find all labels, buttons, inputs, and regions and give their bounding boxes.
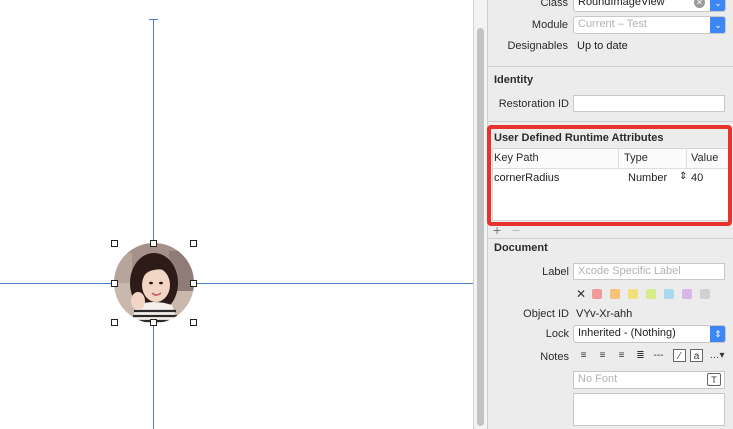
clear-class-icon[interactable]: ✕ [694,0,705,8]
round-image-view[interactable] [114,243,194,323]
resize-handle-bottom-right[interactable] [190,319,197,326]
font-placeholder: No Font [578,373,618,385]
dashed-line-icon[interactable]: --- [652,349,665,362]
notes-text-area[interactable] [573,393,725,426]
designables-value: Up to date [577,40,628,52]
section-divider [487,121,733,122]
text-color-icon[interactable]: ⁄ [673,349,686,362]
align-right-icon[interactable]: ≡ [615,349,628,362]
module-dropdown-chevron-icon[interactable]: ⌄ [710,17,725,33]
module-combo[interactable]: Current – Test ⌄ [573,16,726,34]
more-options-icon[interactable]: …▾ [709,349,725,362]
storyboard-canvas[interactable] [0,0,473,429]
font-picker-icon[interactable]: T [707,373,721,386]
label-color-yellow[interactable] [628,289,638,299]
object-id-label: Object ID [523,308,569,320]
object-id-value: VYv-Xr-ahh [576,308,633,320]
resize-handle-top-left[interactable] [111,240,118,247]
document-section-title: Document [494,242,548,254]
vertical-center-guide [153,20,154,429]
class-dropdown-chevron-icon[interactable]: ⌄ [710,0,725,11]
lock-dropdown-chevron-icon[interactable]: ⇕ [710,326,725,342]
designables-label: Designables [507,40,568,52]
class-label: Class [540,0,568,9]
remove-attribute-icon[interactable]: − [512,222,520,238]
clear-label-color-icon[interactable]: ✕ [576,287,586,301]
xcode-label-placeholder: Xcode Specific Label [578,265,681,277]
lock-label: Lock [545,328,569,340]
notes-label: Notes [540,351,569,363]
document-label-label: Label [542,266,569,278]
section-divider [487,238,733,239]
identity-section-title: Identity [494,74,534,86]
resize-handle-left[interactable] [111,280,118,287]
restoration-id-label: Restoration ID [498,98,569,110]
text-style-icon[interactable]: a [690,349,703,362]
align-left-icon[interactable]: ≡ [577,349,590,362]
canvas-scrollbar-thumb[interactable] [477,28,484,426]
lock-popup[interactable]: Inherited - (Nothing) ⇕ [573,325,726,343]
module-placeholder: Current – Test [578,18,647,30]
align-justify-icon[interactable]: ≣ [634,349,647,362]
label-color-blue[interactable] [664,289,674,299]
font-field[interactable]: No Font T [573,371,725,389]
module-label: Module [531,19,568,31]
align-center-icon[interactable]: ≡ [596,349,609,362]
label-color-red[interactable] [592,289,602,299]
label-color-orange[interactable] [610,289,620,299]
resize-handle-bottom-left[interactable] [111,319,118,326]
runtime-attributes-highlight [487,125,732,226]
add-attribute-icon[interactable]: + [493,222,501,238]
section-divider [487,66,733,67]
label-color-gray[interactable] [700,289,710,299]
resize-handle-top[interactable] [150,240,157,247]
horizontal-center-guide [0,283,473,284]
lock-value: Inherited - (Nothing) [578,327,676,339]
label-color-purple[interactable] [682,289,692,299]
class-combo[interactable]: RoundImageView ✕ ⌄ [573,0,726,12]
resize-handle-right[interactable] [190,280,197,287]
portrait-photo [114,243,194,323]
xcode-label-field[interactable]: Xcode Specific Label [573,263,725,280]
restoration-id-field[interactable] [573,95,725,112]
resize-handle-top-right[interactable] [190,240,197,247]
class-value: RoundImageView [578,0,665,8]
resize-handle-bottom[interactable] [150,319,157,326]
label-color-green[interactable] [646,289,656,299]
